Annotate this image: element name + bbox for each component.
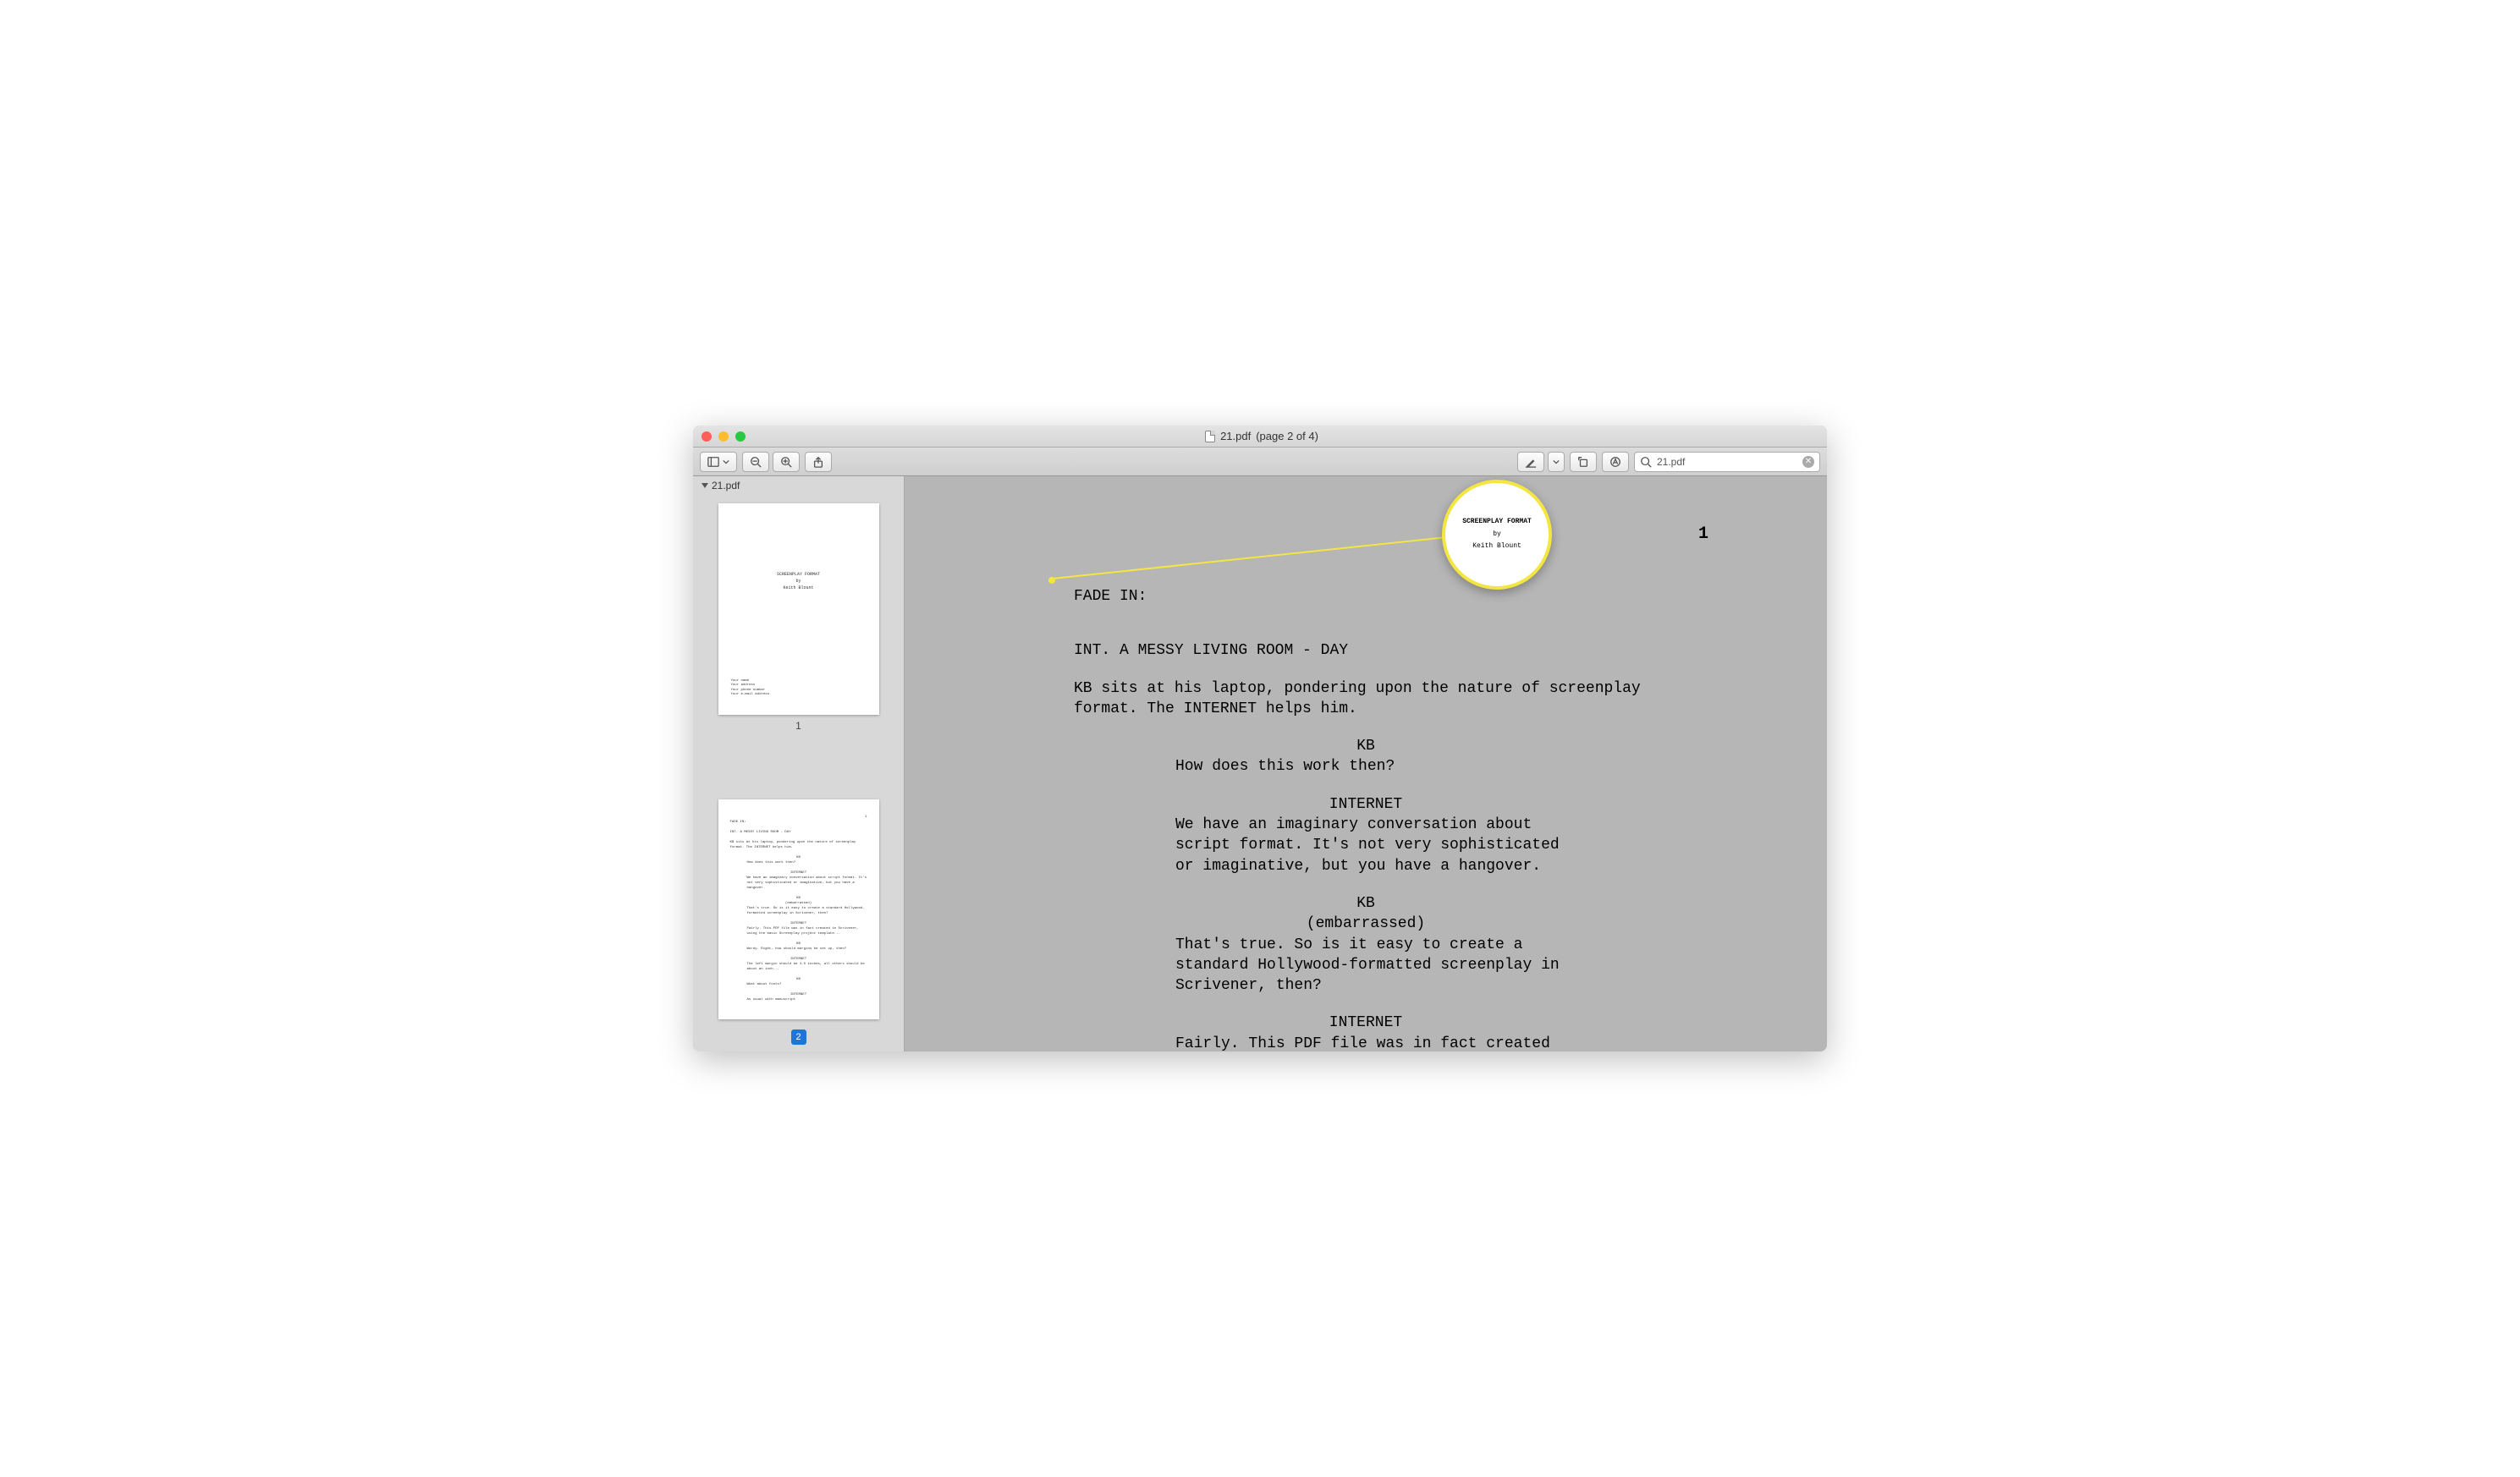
thumb1-by: by [718,578,879,585]
clear-search-button[interactable]: ✕ [1802,456,1814,468]
document-icon [1205,431,1215,442]
toolbar: 21.pdf ✕ [693,447,1827,476]
traffic-lights [702,431,746,442]
dialogue-3: That's true. So is it easy to create a s… [1175,935,1573,997]
disclosure-triangle-icon [702,483,708,488]
title-pageinfo: (page 2 of 4) [1256,430,1318,442]
sidebar-header[interactable]: 21.pdf [693,476,904,495]
markup-toolbar-button[interactable] [1602,452,1629,472]
rotate-button[interactable] [1570,452,1597,472]
share-icon [812,456,824,468]
scene-heading: INT. A MESSY LIVING ROOM - DAY [1074,640,1658,661]
character-4: INTERNET [1074,1013,1658,1033]
parenthetical-3: (embarrassed) [1074,914,1658,934]
zoom-out-icon [750,456,762,468]
thumb1-addr4: Your e-mail address [731,693,770,698]
magnifier-callout: SCREENPLAY FORMAT by Keith Blount [1442,480,1552,590]
thumb2-pagenum-badge: 2 [791,1030,806,1045]
sidebar-toggle-button[interactable] [700,452,737,472]
sidebar-icon [707,456,719,468]
character-1: KB [1074,736,1658,756]
highlight-button[interactable] [1517,452,1544,472]
zoom-in-button[interactable] [773,452,800,472]
character-2: INTERNET [1074,794,1658,815]
magnifier-line1: SCREENPLAY FORMAT [1462,516,1532,528]
thumb1-title: SCREENPLAY FORMAT [718,571,879,578]
titlebar: 21.pdf (page 2 of 4) [693,426,1827,447]
thumb1-pagenum: 1 [718,720,879,732]
dialogue-1: How does this work then? [1175,756,1573,777]
thumbnail-wrapper-1: SCREENPLAY FORMAT by Keith Blount Your n… [718,503,879,732]
character-3: KB [1074,893,1658,914]
thumbnail-page-2[interactable]: 1 FADE IN: INT. A MESSY LIVING ROOM - DA… [718,799,879,1019]
dialogue-2: We have an imaginary conversation about … [1175,815,1573,876]
page-number: 1 [1698,523,1708,546]
zoom-in-icon [780,456,792,468]
sidebar-doc-name: 21.pdf [712,480,740,491]
search-icon [1640,456,1652,468]
close-button[interactable] [702,431,712,442]
thumbnail-list[interactable]: SCREENPLAY FORMAT by Keith Blount Your n… [693,495,904,1051]
markup-group [1517,452,1565,472]
title-filename: 21.pdf [1220,430,1251,442]
content-area: 21.pdf SCREENPLAY FORMAT by Keith Blount… [693,476,1827,1051]
highlight-icon [1525,456,1537,468]
magnifier-line2: by [1493,529,1501,541]
fade-in: FADE IN: [1074,586,1658,607]
thumbnail-sidebar: 21.pdf SCREENPLAY FORMAT by Keith Blount… [693,476,905,1051]
dialogue-4: Fairly. This PDF file was in fact create… [1175,1034,1573,1051]
thumb1-author: Keith Blount [718,585,879,591]
page-content: 1 FADE IN: INT. A MESSY LIVING ROOM - DA… [930,476,1802,1051]
maximize-button[interactable] [735,431,746,442]
zoom-group [742,452,800,472]
thumb2-content: 1 FADE IN: INT. A MESSY LIVING ROOM - DA… [718,799,879,1018]
chevron-down-icon [723,456,729,468]
action-1: KB sits at his laptop, pondering upon th… [1074,678,1658,720]
chevron-down-icon [1553,456,1560,468]
magnifier-line3: Keith Blount [1472,541,1521,552]
app-window: 21.pdf (page 2 of 4) [693,426,1827,1051]
thumb1-content: SCREENPLAY FORMAT by Keith Blount Your n… [718,503,879,591]
window-title: 21.pdf (page 2 of 4) [746,430,1778,442]
thumbnail-page-1[interactable]: SCREENPLAY FORMAT by Keith Blount Your n… [718,503,879,715]
rotate-icon [1577,456,1589,468]
search-field[interactable]: 21.pdf ✕ [1634,452,1820,472]
thumbnail-wrapper-2: 1 FADE IN: INT. A MESSY LIVING ROOM - DA… [718,799,879,1019]
highlight-dropdown[interactable] [1548,452,1565,472]
zoom-out-button[interactable] [742,452,769,472]
minimize-button[interactable] [718,431,729,442]
sidebar-toggle-group [700,452,737,472]
document-viewer[interactable]: SCREENPLAY FORMAT by Keith Blount 1 FADE… [905,476,1827,1051]
markup-icon [1609,456,1621,468]
thumb1-address: Your name Your address Your phone number… [731,679,770,698]
search-value: 21.pdf [1657,456,1685,468]
share-button[interactable] [805,452,832,472]
